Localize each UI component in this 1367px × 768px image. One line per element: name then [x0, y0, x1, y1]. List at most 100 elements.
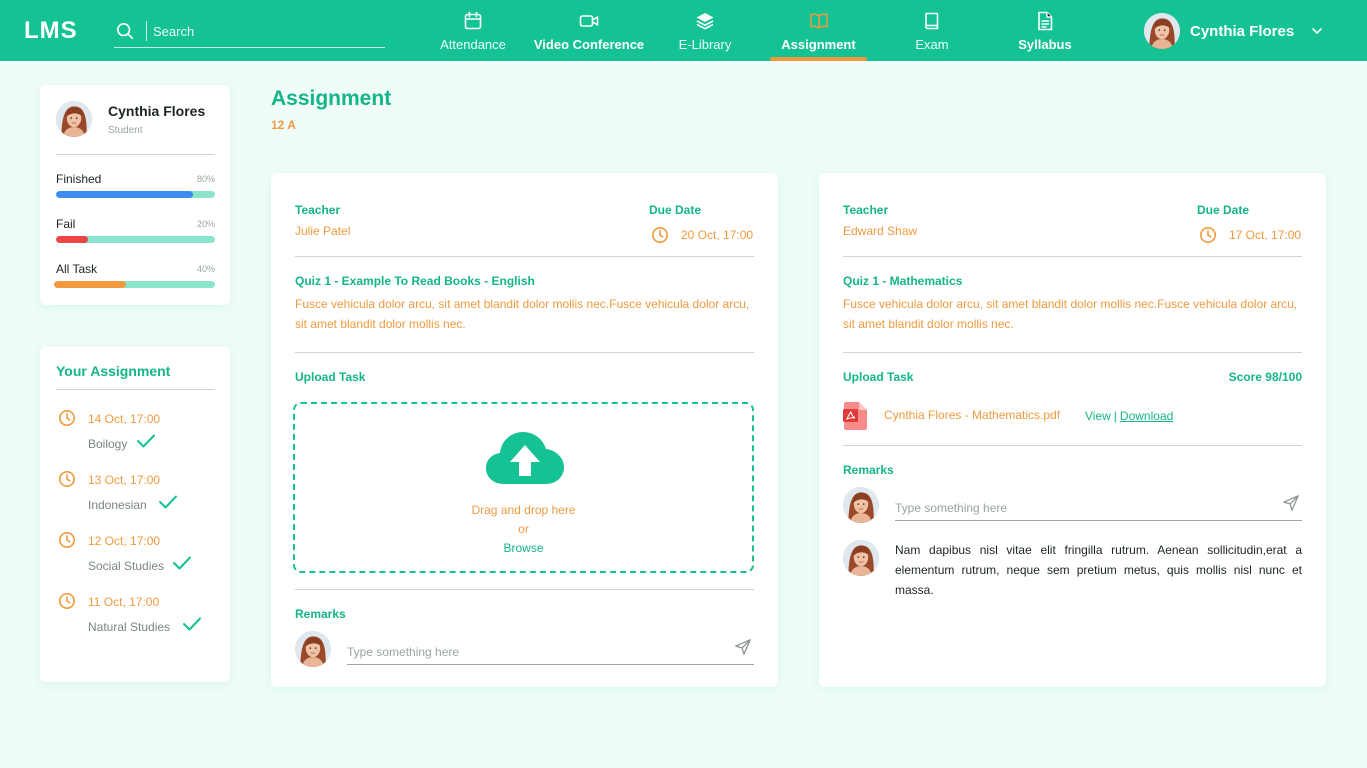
- divider: [56, 154, 215, 155]
- profile-name: Cynthia Flores: [108, 103, 206, 119]
- send-icon[interactable]: [1282, 494, 1300, 512]
- remark-composer: [843, 487, 1302, 523]
- remark-composer: [295, 631, 754, 667]
- book-icon: [925, 12, 939, 30]
- stat-label: All Task: [56, 262, 98, 276]
- assignment-date: 13 Oct, 17:00: [88, 473, 161, 487]
- video-camera-icon: [579, 15, 599, 27]
- nav-label-e-library: E-Library: [678, 37, 732, 52]
- progress-bar: [56, 191, 215, 198]
- file-actions: View | Download: [1085, 409, 1173, 423]
- avatar: [843, 540, 879, 576]
- nav-assignment[interactable]: Assignment: [770, 0, 867, 61]
- stat-percent: 40%: [196, 264, 215, 274]
- remarks-input[interactable]: [895, 495, 1302, 521]
- assignment-item[interactable]: 12 Oct, 17:00 Social Studies: [58, 531, 218, 581]
- teacher-name: Julie Patel: [295, 224, 351, 238]
- dropzone-text: Drag and drop here: [471, 503, 576, 517]
- divider: [295, 256, 754, 257]
- nav-label-video-conference: Video Conference: [533, 37, 645, 52]
- uploaded-file-name[interactable]: Cynthia Flores - Mathematics.pdf: [884, 408, 1060, 422]
- due-date: 20 Oct, 17:00: [681, 228, 754, 242]
- nav-label-assignment: Assignment: [781, 37, 856, 52]
- clock-icon: [58, 470, 76, 488]
- avatar: [295, 631, 331, 667]
- check-icon: [182, 616, 202, 632]
- teacher-label: Teacher: [295, 203, 341, 217]
- user-name: Cynthia Flores: [1190, 22, 1295, 40]
- assignment-date: 11 Oct, 17:00: [88, 595, 160, 609]
- divider: [295, 589, 754, 590]
- download-link[interactable]: Download: [1120, 409, 1173, 423]
- remarks-label: Remarks: [295, 607, 346, 621]
- score-label: Score 98/100: [1228, 370, 1302, 384]
- nav-label-syllabus: Syllabus: [1018, 37, 1072, 52]
- avatar: [56, 101, 92, 137]
- clock-icon: [58, 592, 76, 610]
- divider: [295, 352, 754, 353]
- upload-task-label: Upload Task: [295, 370, 366, 384]
- quiz-title: Quiz 1 - Mathematics: [843, 274, 963, 288]
- send-icon[interactable]: [734, 638, 752, 656]
- teacher-name: Edward Shaw: [843, 224, 918, 238]
- quiz-title: Quiz 1 - Example To Read Books - English: [295, 274, 535, 288]
- dropzone-or: or: [518, 522, 529, 536]
- assignment-item[interactable]: 11 Oct, 17:00 Natural Studies: [58, 592, 218, 642]
- quiz-description: Fusce vehicula dolor arcu, sit amet blan…: [843, 297, 1298, 331]
- link-separator: |: [1113, 409, 1117, 423]
- active-tab-indicator: [770, 57, 867, 61]
- avatar: [843, 487, 879, 523]
- stat-percent: 80%: [196, 174, 215, 184]
- due-date-label: Due Date: [649, 203, 702, 217]
- search-divider: [146, 21, 147, 41]
- pdf-file-icon: [843, 402, 867, 430]
- assignment-card-english: Teacher Julie Patel Due Date 20 Oct, 17:…: [271, 173, 778, 687]
- clock-icon: [58, 531, 76, 549]
- search-input[interactable]: [153, 21, 373, 41]
- nav-label-exam: Exam: [915, 37, 949, 52]
- clock-icon: [1199, 226, 1217, 244]
- progress-fill: [56, 236, 88, 243]
- upload-task-label: Upload Task: [843, 370, 914, 384]
- profile-card: Cynthia Flores Student Finished 80% Fail…: [40, 85, 230, 305]
- nav-exam[interactable]: Exam: [907, 0, 957, 61]
- quiz-description: Fusce vehicula dolor arcu, sit amet blan…: [295, 297, 750, 331]
- view-link[interactable]: View: [1085, 409, 1111, 423]
- divider: [843, 352, 1302, 353]
- open-book-icon: [809, 13, 828, 29]
- nav-attendance[interactable]: Attendance: [436, 0, 510, 61]
- chevron-down-icon[interactable]: [1310, 24, 1324, 38]
- nav-video-conference[interactable]: Video Conference: [534, 0, 644, 61]
- cloud-upload-icon: [486, 432, 564, 484]
- assignment-subject: Indonesian: [88, 498, 147, 512]
- layers-icon: [696, 13, 714, 30]
- search-bar: [114, 18, 385, 48]
- assignment-date: 12 Oct, 17:00: [88, 534, 161, 548]
- assignment-subject: Boilogy: [88, 437, 128, 451]
- nav-label-attendance: Attendance: [440, 37, 506, 52]
- your-assignment-title: Your Assignment: [56, 363, 171, 379]
- class-label: 12 A: [271, 118, 296, 132]
- remarks-input[interactable]: [347, 639, 754, 665]
- app-logo[interactable]: LMS: [24, 17, 78, 45]
- check-icon: [158, 494, 178, 510]
- document-icon: [1038, 11, 1053, 31]
- profile-role: Student: [108, 125, 143, 136]
- page-title: Assignment: [271, 87, 392, 110]
- assignment-item[interactable]: 14 Oct, 17:00 Boilogy: [58, 409, 218, 459]
- assignment-subject: Social Studies: [88, 559, 165, 573]
- assignment-date: 14 Oct, 17:00: [88, 412, 161, 426]
- due-date-label: Due Date: [1197, 203, 1250, 217]
- file-dropzone[interactable]: Drag and drop here or Browse: [293, 402, 754, 573]
- search-icon[interactable]: [116, 22, 134, 40]
- progress-fill: [56, 191, 193, 198]
- clock-icon: [651, 226, 669, 244]
- nav-syllabus[interactable]: Syllabus: [1013, 0, 1077, 61]
- comment-text: Nam dapibus nisl vitae elit fringilla ru…: [895, 543, 1302, 597]
- browse-link[interactable]: Browse: [295, 541, 752, 555]
- user-menu[interactable]: Cynthia Flores: [1144, 13, 1324, 49]
- divider: [843, 445, 1302, 446]
- assignment-item[interactable]: 13 Oct, 17:00 Indonesian: [58, 470, 218, 520]
- nav-e-library[interactable]: E-Library: [673, 0, 737, 61]
- teacher-label: Teacher: [843, 203, 889, 217]
